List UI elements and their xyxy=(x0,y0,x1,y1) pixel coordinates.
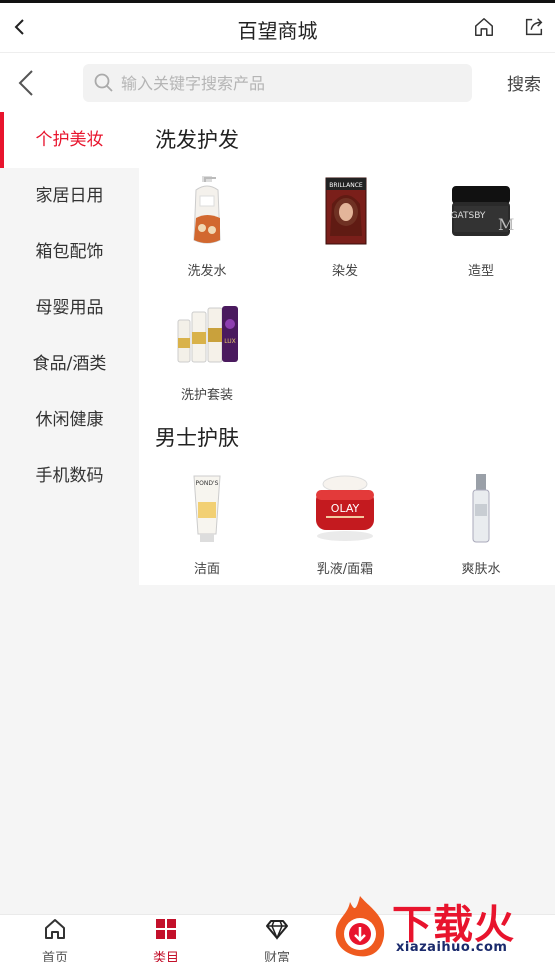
sidebar-item-baby[interactable]: 母婴用品 xyxy=(0,280,139,336)
watermark: 下载火 xiazaihuo.com xyxy=(326,890,555,962)
category-grid-icon xyxy=(156,919,176,939)
search-input[interactable] xyxy=(121,68,461,98)
category-content: 洗发护发 洗发水 BRILLANCE 染发 GATSBY M 造型 LUX 洗护… xyxy=(139,112,555,585)
app-header: 百望商城 xyxy=(0,3,555,53)
styling-wax-jar-icon: GATSBY M xyxy=(451,186,514,236)
flame-logo-icon xyxy=(335,896,385,957)
product-name: 爽肤水 xyxy=(461,562,501,577)
section-title-mens-skincare: 男士护肤 xyxy=(155,426,239,450)
haircare-set-icon: LUX xyxy=(177,306,238,363)
nav-home-label: 首页 xyxy=(41,951,68,962)
nav-home[interactable]: 首页 xyxy=(20,917,90,962)
home-icon xyxy=(45,919,65,939)
search-icon xyxy=(94,73,113,92)
watermark-sub: xiazaihuo.com xyxy=(396,940,508,955)
nav-wealth-label: 财富 xyxy=(263,951,290,962)
sidebar-item-bags[interactable]: 箱包配饰 xyxy=(0,224,139,280)
product-name: 造型 xyxy=(467,264,494,279)
product-toner[interactable]: 爽肤水 xyxy=(413,472,549,577)
hair-dye-box-icon: BRILLANCE xyxy=(325,177,367,245)
search-row: 搜索 xyxy=(0,54,555,112)
product-shampoo[interactable]: 洗发水 xyxy=(139,174,275,279)
content-empty-area xyxy=(139,585,555,914)
face-wash-tube-icon: POND'S xyxy=(193,475,221,542)
section-title-haircare: 洗发护发 xyxy=(155,128,239,152)
sidebar-item-personal-care[interactable]: 个护美妆 xyxy=(0,112,139,168)
share-icon[interactable] xyxy=(523,16,545,38)
product-name: 洗发水 xyxy=(187,264,227,279)
product-name: 洗护套装 xyxy=(180,388,233,403)
product-hair-dye[interactable]: BRILLANCE 染发 xyxy=(277,174,413,279)
search-button[interactable]: 搜索 xyxy=(507,70,541,95)
wax-brand-text: GATSBY xyxy=(451,211,486,221)
facewash-brand-text: POND'S xyxy=(196,480,219,487)
cream-jar-icon: OLAY xyxy=(316,475,374,541)
product-face-wash[interactable]: POND'S 洁面 xyxy=(139,472,275,577)
product-styling[interactable]: GATSBY M 造型 xyxy=(413,174,549,279)
nav-wealth[interactable]: 财富 xyxy=(242,917,312,962)
cream-brand-text: OLAY xyxy=(331,502,360,515)
category-sidebar: 个护美妆 家居日用 箱包配饰 母婴用品 食品/酒类 休闲健康 手机数码 xyxy=(0,112,139,914)
sidebar-item-household[interactable]: 家居日用 xyxy=(0,168,139,224)
product-cream[interactable]: OLAY 乳液/面霜 xyxy=(277,472,413,577)
toner-bottle-icon xyxy=(472,474,490,543)
sidebar-item-digital[interactable]: 手机数码 xyxy=(0,448,139,504)
product-name: 染发 xyxy=(331,264,358,279)
search-box[interactable] xyxy=(83,64,472,102)
shampoo-bottle-icon xyxy=(193,176,221,244)
page-title: 百望商城 xyxy=(237,19,318,43)
wax-mark-text: M xyxy=(498,215,514,234)
home-icon[interactable] xyxy=(473,16,495,38)
sidebar-item-food-wine[interactable]: 食品/酒类 xyxy=(0,336,139,392)
product-name: 洁面 xyxy=(193,562,220,577)
sidebar-item-leisure-health[interactable]: 休闲健康 xyxy=(0,392,139,448)
product-haircare-set[interactable]: LUX 洗护套装 xyxy=(139,298,275,403)
product-name: 乳液/面霜 xyxy=(316,562,374,577)
nav-category-label: 类目 xyxy=(152,951,179,962)
dye-brand-text: BRILLANCE xyxy=(329,182,363,189)
nav-category[interactable]: 类目 xyxy=(131,917,201,962)
set-brand-text: LUX xyxy=(224,338,236,345)
back-arrow-icon[interactable] xyxy=(14,68,40,98)
diamond-icon xyxy=(266,920,288,940)
